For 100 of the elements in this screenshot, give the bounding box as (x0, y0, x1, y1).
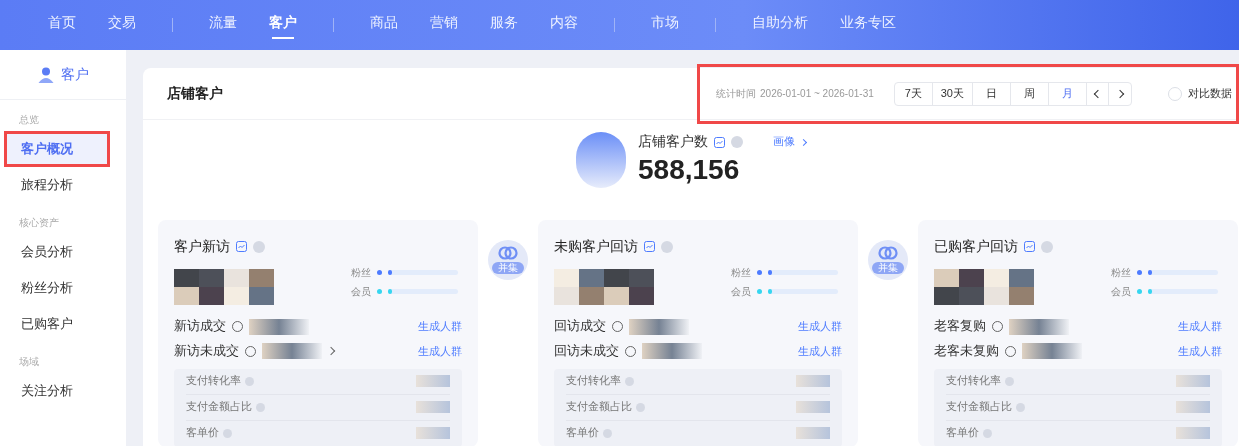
nav-tab[interactable]: 流量 (193, 0, 253, 50)
sidebar-item[interactable]: 已购客户 (4, 306, 110, 342)
trend-icon[interactable] (714, 136, 725, 148)
sidebar-item[interactable]: 粉丝分析 (4, 270, 110, 306)
pixelated-value (1176, 401, 1210, 414)
overlap-circles-icon (497, 246, 519, 261)
metric-label: 客单价 (186, 425, 219, 441)
help-icon[interactable] (245, 376, 254, 386)
union-label: 并集 (492, 262, 524, 275)
pixelated-value (1009, 318, 1069, 335)
metric-label: 支付金额占比 (566, 399, 632, 415)
nav-tab[interactable]: 营销 (414, 0, 474, 50)
card-title: 已购客户回访 (934, 237, 1018, 257)
legend-label: 粉丝 (731, 266, 751, 281)
period-tab[interactable]: 周 (1011, 82, 1049, 105)
help-icon[interactable] (625, 376, 634, 386)
union-badge[interactable]: 并集 (488, 240, 528, 281)
profile-link[interactable]: 画像 (773, 134, 795, 150)
legend-label: 粉丝 (351, 266, 371, 281)
help-icon[interactable] (636, 402, 645, 412)
metric-label: 支付金额占比 (946, 399, 1012, 415)
summary-label: 店铺客户数 (638, 133, 708, 151)
compare-label: 对比数据 (1188, 85, 1232, 101)
pixelated-value (1176, 375, 1210, 388)
help-icon[interactable] (256, 402, 265, 412)
sidebar-item[interactable]: 旅程分析 (4, 167, 110, 203)
period-tab[interactable]: 7天 (894, 82, 933, 105)
legend-label: 会员 (731, 285, 751, 300)
row-label: 老客复购 (934, 318, 986, 336)
row-label: 回访未成交 (554, 343, 619, 360)
row-label: 老客未复购 (934, 343, 999, 360)
trend-icon[interactable] (236, 241, 247, 253)
help-icon[interactable] (603, 428, 612, 438)
help-icon[interactable] (1005, 376, 1014, 386)
pixelated-value (416, 401, 450, 414)
period-tab[interactable]: 月 (1049, 82, 1087, 105)
card-title: 未购客户回访 (554, 237, 638, 257)
section-title: 总览 (18, 113, 40, 127)
generate-audience-link[interactable]: 生成人群 (1178, 318, 1222, 335)
pixelated-value (796, 401, 830, 414)
pixelated-value (642, 343, 702, 360)
sidebar-header: 客户 (61, 65, 89, 84)
legend-label: 粉丝 (1111, 266, 1131, 281)
pixelated-value (416, 375, 450, 388)
generate-audience-link[interactable]: 生成人群 (418, 343, 462, 360)
pixelated-value (262, 343, 322, 360)
nav-tab[interactable]: 交易 (92, 0, 152, 50)
compare-checkbox[interactable] (1168, 86, 1182, 101)
legend-label: 会员 (1111, 285, 1131, 300)
help-icon[interactable] (731, 136, 743, 149)
nav-tab[interactable]: 业务专区 (824, 0, 912, 50)
legend-label: 会员 (351, 285, 371, 300)
pixelated-value (796, 375, 830, 388)
pixelated-value (629, 318, 689, 335)
overlap-circles-icon (877, 246, 899, 261)
row-label: 新访成交 (174, 318, 226, 336)
nav-tab[interactable]: 内容 (534, 0, 594, 50)
pixelated-value (416, 427, 450, 440)
nav-tab[interactable]: 自助分析 (736, 0, 824, 50)
nav-tab[interactable]: 客户 (253, 0, 313, 50)
generate-audience-link[interactable]: 生成人群 (798, 318, 842, 335)
metric-label: 支付转化率 (946, 373, 1001, 389)
help-icon[interactable] (223, 428, 232, 438)
metric-label: 客单价 (566, 425, 599, 441)
date-range: 2026-01-01 ~ 2026-01-31 (760, 87, 874, 101)
generate-audience-link[interactable]: 生成人群 (1178, 343, 1222, 360)
section-title: 核心资产 (18, 216, 60, 230)
avatar-placeholder (576, 132, 626, 189)
union-badge[interactable]: 并集 (868, 240, 908, 281)
help-icon[interactable] (1041, 240, 1053, 253)
metric-label: 支付转化率 (566, 373, 621, 389)
trend-icon[interactable] (644, 241, 655, 253)
pixelated-value (796, 427, 830, 440)
card-title: 客户新访 (174, 237, 230, 257)
nav-tab[interactable]: 服务 (474, 0, 534, 50)
sidebar-item[interactable]: 客户概况 (4, 131, 110, 167)
help-icon[interactable] (253, 240, 265, 253)
pixelated-value (1176, 427, 1210, 440)
metric-label: 支付转化率 (186, 373, 241, 389)
row-label: 回访成交 (554, 318, 606, 336)
help-icon[interactable] (661, 240, 673, 253)
period-tab[interactable]: 日 (973, 82, 1011, 105)
trend-icon[interactable] (1024, 241, 1035, 253)
summary-value: 588,156 (638, 153, 741, 188)
section-title: 场域 (18, 355, 40, 369)
generate-audience-link[interactable]: 生成人群 (418, 318, 462, 335)
generate-audience-link[interactable]: 生成人群 (798, 343, 842, 360)
union-label: 并集 (872, 262, 904, 275)
row-label: 新访未成交 (174, 343, 239, 360)
nav-tab[interactable]: 首页 (32, 0, 92, 50)
help-icon[interactable] (1016, 402, 1025, 412)
nav-tab[interactable]: 市场 (635, 0, 695, 50)
period-tab[interactable]: 30天 (932, 82, 973, 105)
sidebar-item[interactable]: 会员分析 (4, 234, 110, 270)
nav-tab[interactable]: 商品 (354, 0, 414, 50)
sidebar-item[interactable]: 关注分析 (4, 373, 110, 409)
page-title: 店铺客户 (167, 84, 223, 103)
metric-label: 支付金额占比 (186, 399, 252, 415)
date-label: 统计时间 (716, 87, 757, 101)
help-icon[interactable] (983, 428, 992, 438)
